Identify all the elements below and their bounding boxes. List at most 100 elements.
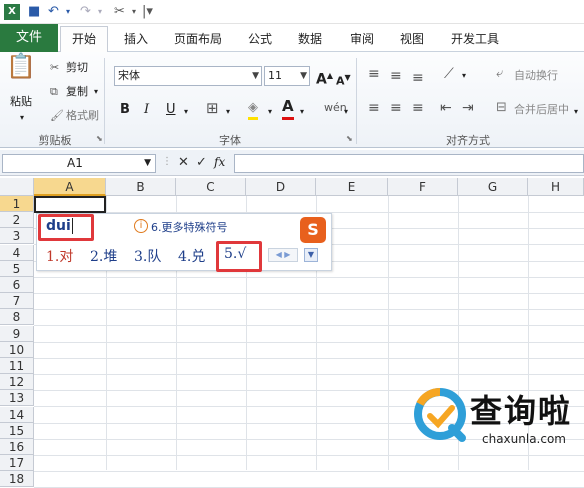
candidate-2[interactable]: 2.堆 — [90, 246, 117, 266]
wrap-text-button[interactable]: 自动换行 — [514, 68, 558, 84]
copy-dropdown-icon[interactable]: ▾ — [94, 84, 98, 100]
clipboard-launcher-icon[interactable]: ⬊ — [96, 134, 103, 143]
row-header-15[interactable]: 15 — [0, 422, 34, 439]
row-header-1[interactable]: 1 — [0, 196, 34, 212]
tool-dropdown-icon[interactable]: ▾ — [132, 4, 136, 20]
row-header-12[interactable]: 12 — [0, 374, 34, 391]
font-launcher-icon[interactable]: ⬊ — [346, 134, 353, 143]
phonetic-dropdown-icon[interactable]: ▾ — [344, 104, 348, 120]
save-icon[interactable]: ■ — [28, 4, 40, 20]
insert-function-icon[interactable]: fx — [214, 155, 225, 169]
row-header-9[interactable]: 9 — [0, 325, 34, 342]
row-header-6[interactable]: 6 — [0, 277, 34, 293]
name-box[interactable]: A1 ▼ — [2, 154, 156, 173]
excel-icon[interactable]: X — [4, 4, 20, 20]
row-header-2[interactable]: 2 — [0, 212, 34, 229]
fill-color-icon[interactable]: ◈ — [248, 100, 258, 120]
font-name-combo[interactable]: 宋体 ▼ — [114, 66, 262, 86]
column-header-f[interactable]: F — [388, 178, 458, 196]
row-header-14[interactable]: 14 — [0, 406, 34, 423]
copy-button[interactable]: 复制 — [66, 84, 88, 100]
italic-button[interactable]: I — [144, 102, 149, 118]
tab-home[interactable]: 开始 — [60, 26, 108, 53]
row-header-4[interactable]: 4 — [0, 244, 34, 261]
row-header-11[interactable]: 11 — [0, 358, 34, 374]
tab-formulas[interactable]: 公式 — [240, 28, 280, 52]
merge-dropdown-icon[interactable]: ▾ — [574, 104, 578, 120]
bold-button[interactable]: B — [120, 102, 130, 118]
row-header-3[interactable]: 3 — [0, 228, 34, 245]
more-symbols-link[interactable]: 6.更多特殊符号 — [151, 219, 228, 235]
next-page-icon[interactable]: ▶ — [284, 250, 290, 259]
column-header-b[interactable]: B — [106, 178, 176, 196]
select-all-corner[interactable] — [0, 178, 34, 196]
row-header-18[interactable]: 18 — [0, 471, 34, 488]
format-painter-button[interactable]: 格式刷 — [66, 108, 99, 124]
font-size-dropdown-icon[interactable]: ▼ — [300, 67, 307, 85]
decrease-indent-icon[interactable]: ⇤ — [440, 100, 452, 116]
align-right-icon[interactable]: ≡ — [412, 100, 424, 116]
align-center-icon[interactable]: ≡ — [390, 100, 402, 116]
undo-icon[interactable]: ↶ — [48, 4, 59, 20]
redo-icon[interactable]: ↷ — [80, 4, 91, 20]
align-middle-icon[interactable]: ≡ — [390, 68, 402, 84]
cut-icon[interactable]: ✂ — [50, 60, 59, 76]
grow-font-button[interactable]: A▲ — [316, 68, 333, 88]
align-bottom-icon[interactable]: ≡ — [412, 70, 424, 86]
format-painter-icon[interactable]: 🖌 — [50, 108, 64, 124]
column-header-e[interactable]: E — [316, 178, 388, 196]
borders-dropdown-icon[interactable]: ▾ — [226, 104, 230, 120]
shrink-font-button[interactable]: A▼ — [336, 70, 351, 90]
tab-review[interactable]: 审阅 — [342, 28, 382, 52]
align-left-icon[interactable]: ≡ — [368, 100, 380, 116]
name-box-dropdown-icon[interactable]: ▼ — [144, 155, 151, 172]
enter-icon[interactable]: ✓ — [196, 155, 207, 170]
merge-center-icon[interactable]: ⊟ — [496, 100, 507, 116]
column-header-c[interactable]: C — [176, 178, 246, 196]
column-header-a[interactable]: A — [34, 178, 106, 196]
increase-indent-icon[interactable]: ⇥ — [462, 100, 474, 116]
tab-insert[interactable]: 插入 — [116, 28, 156, 52]
row-header-8[interactable]: 8 — [0, 309, 34, 326]
cancel-icon[interactable]: ✕ — [178, 155, 189, 170]
candidate-3[interactable]: 3.队 — [134, 246, 161, 266]
underline-button[interactable]: U — [166, 102, 176, 118]
row-header-7[interactable]: 7 — [0, 293, 34, 310]
align-top-icon[interactable]: ≡ — [368, 66, 380, 82]
candidate-4[interactable]: 4.兑 — [178, 246, 205, 266]
candidate-1[interactable]: 1.对 — [46, 246, 73, 266]
active-cell-a1[interactable] — [34, 196, 106, 213]
borders-icon[interactable]: ⊞ — [206, 100, 219, 116]
undo-dropdown-icon[interactable]: ▾ — [66, 4, 70, 20]
tab-developer[interactable]: 开发工具 — [442, 28, 508, 52]
font-color-icon[interactable]: A — [282, 98, 294, 120]
row-header-13[interactable]: 13 — [0, 390, 34, 407]
cut-button[interactable]: 剪切 — [66, 60, 88, 76]
underline-dropdown-icon[interactable]: ▾ — [184, 104, 188, 120]
tab-view[interactable]: 视图 — [392, 28, 432, 52]
column-header-h[interactable]: H — [528, 178, 584, 196]
column-header-d[interactable]: D — [246, 178, 316, 196]
redo-dropdown-icon[interactable]: ▾ — [98, 4, 102, 20]
fill-color-dropdown-icon[interactable]: ▾ — [268, 104, 272, 120]
column-header-g[interactable]: G — [458, 178, 528, 196]
row-header-16[interactable]: 16 — [0, 439, 34, 455]
paste-icon[interactable]: 📋 — [6, 54, 36, 94]
tab-data[interactable]: 数据 — [290, 28, 330, 52]
paste-dropdown-icon[interactable]: ▾ — [20, 110, 24, 126]
row-header-17[interactable]: 17 — [0, 455, 34, 472]
paste-button[interactable]: 粘贴 — [10, 94, 32, 110]
formula-input[interactable] — [234, 154, 584, 173]
tab-page-layout[interactable]: 页面布局 — [166, 28, 230, 52]
row-header-10[interactable]: 10 — [0, 341, 34, 358]
tool-icon[interactable]: ✂ — [114, 4, 125, 20]
row-header-5[interactable]: 5 — [0, 260, 34, 277]
tab-file[interactable]: 文件 — [0, 24, 58, 52]
wrap-text-icon[interactable]: ⤶ — [496, 66, 503, 82]
orientation-icon[interactable]: ⟋ — [444, 66, 454, 82]
expand-candidates-icon[interactable]: ▼ — [304, 248, 318, 262]
merge-center-button[interactable]: 合并后居中 — [514, 102, 569, 118]
font-color-dropdown-icon[interactable]: ▾ — [300, 104, 304, 120]
customize-icon[interactable]: |▾ — [142, 4, 153, 20]
prev-page-icon[interactable]: ◀ — [276, 250, 282, 259]
